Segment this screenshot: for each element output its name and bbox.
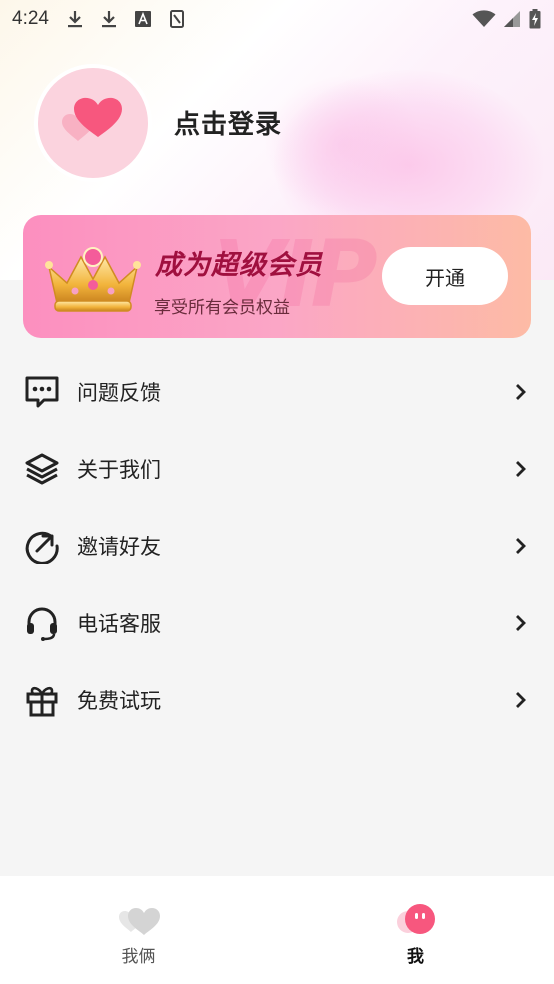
- bottom-nav: 我俩 我: [0, 876, 554, 984]
- login-link[interactable]: 点击登录: [174, 104, 282, 141]
- menu-item-invite[interactable]: 邀请好友: [0, 507, 554, 584]
- download-icon: [99, 8, 119, 30]
- heart-icon: [58, 91, 128, 155]
- signal-icon: [502, 8, 522, 30]
- menu-item-label: 邀请好友: [77, 534, 161, 559]
- crown-icon: [41, 239, 145, 319]
- gift-icon: [23, 681, 61, 719]
- menu-item-about[interactable]: 关于我们: [0, 430, 554, 507]
- avatar[interactable]: [34, 64, 152, 182]
- chevron-right-icon: [512, 614, 530, 632]
- menu-item-label: 免费试玩: [77, 688, 161, 713]
- headset-icon: [23, 604, 61, 642]
- sim-icon: [167, 8, 187, 30]
- wifi-icon: [472, 8, 496, 30]
- menu-item-feedback[interactable]: 问题反馈: [0, 353, 554, 430]
- vip-banner[interactable]: VIP 成为超级会员 享受所有会员权益 开通: [23, 215, 531, 338]
- tab-couple[interactable]: 我俩: [0, 876, 277, 984]
- vip-open-button[interactable]: 开通: [382, 247, 508, 305]
- settings-menu: 问题反馈 关于我们 邀请好友 电话客服 免费试玩: [0, 353, 554, 738]
- menu-item-label: 关于我们: [77, 457, 161, 482]
- tab-label: 我俩: [121, 947, 156, 967]
- face-icon: [394, 902, 438, 938]
- battery-charging-icon: [528, 8, 542, 30]
- tab-label: 我: [407, 947, 424, 967]
- menu-item-phone-support[interactable]: 电话客服: [0, 584, 554, 661]
- tab-me[interactable]: 我: [277, 876, 554, 984]
- decor-blob: [264, 75, 424, 215]
- chevron-right-icon: [512, 537, 530, 555]
- status-bar: 4:24: [0, 0, 554, 38]
- hearts-icon: [117, 902, 161, 938]
- download-icon: [65, 8, 85, 30]
- menu-item-label: 电话客服: [77, 611, 161, 636]
- menu-item-label: 问题反馈: [77, 380, 161, 405]
- layers-icon: [23, 450, 61, 488]
- chevron-right-icon: [512, 460, 530, 478]
- status-time: 4:24: [12, 8, 49, 29]
- text-a-icon: [133, 8, 153, 30]
- vip-title: 成为超级会员: [155, 250, 323, 281]
- chat-icon: [23, 373, 61, 411]
- vip-subtitle: 享受所有会员权益: [154, 298, 290, 318]
- chevron-right-icon: [512, 691, 530, 709]
- share-arrow-icon: [23, 527, 61, 565]
- chevron-right-icon: [512, 383, 530, 401]
- menu-item-free-trial[interactable]: 免费试玩: [0, 661, 554, 738]
